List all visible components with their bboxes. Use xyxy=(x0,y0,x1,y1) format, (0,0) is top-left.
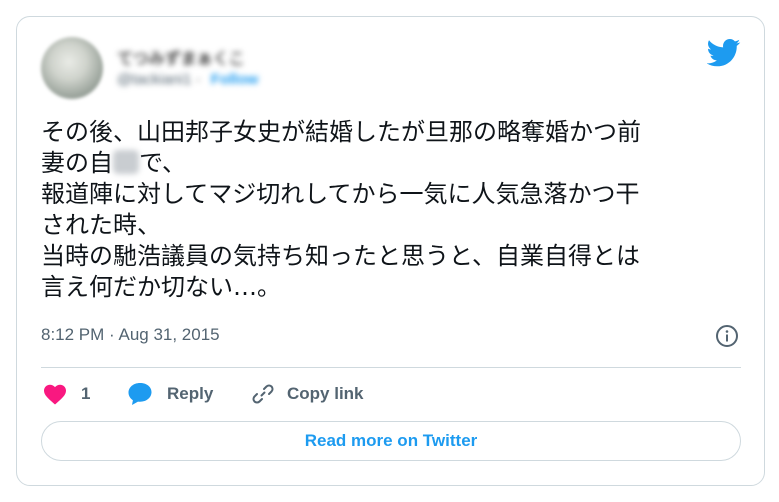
avatar[interactable] xyxy=(41,37,103,99)
like-button[interactable]: 1 xyxy=(43,377,90,411)
heart-icon xyxy=(44,384,66,405)
tweet-line-part: で、 xyxy=(139,149,187,177)
reply-label: Reply xyxy=(167,384,214,403)
link-icon xyxy=(252,384,274,404)
tweet-line: その後、山田邦子女史が結婚したが旦那の略奪婚かつ前 xyxy=(41,118,641,146)
read-more-button[interactable]: Read more on Twitter xyxy=(41,421,741,461)
follow-link[interactable]: Follow xyxy=(211,71,259,88)
twitter-bird-icon[interactable] xyxy=(707,39,741,67)
copy-link-button[interactable]: Copy link xyxy=(251,377,364,411)
divider xyxy=(41,367,741,368)
separator-dot: · xyxy=(195,71,201,88)
tweet-text: その後、山田邦子女史が結婚したが旦那の略奪婚かつ前 妻の自 で、 報道陣に対してマ… xyxy=(41,117,741,303)
author-name[interactable]: てつみずまぁくこ xyxy=(117,45,245,69)
reply-button[interactable]: Reply xyxy=(127,377,213,411)
tweet-timestamp[interactable]: 8:12 PM · Aug 31, 2015 xyxy=(41,325,220,345)
blurred-word xyxy=(113,150,139,174)
tweet-line: 言え何だか切ない…。 xyxy=(41,273,281,301)
tweet-line: 当時の馳浩議員の気持ち知ったと思うと、自業自得とは xyxy=(41,242,641,270)
author-handle[interactable]: @tackiani1 xyxy=(117,71,191,88)
tweet-line: 報道陣に対してマジ切れしてから一気に人気急落かつ干 xyxy=(41,180,640,208)
copy-link-label: Copy link xyxy=(287,384,364,403)
info-icon[interactable] xyxy=(715,324,739,348)
tweet-line: 妻の自 で、 xyxy=(41,148,741,179)
reply-bubble-icon xyxy=(128,383,152,405)
tweet-line: された時、 xyxy=(41,211,161,239)
tweet-card: てつみずまぁくこ @tackiani1 · Follow その後、山田邦子女史が… xyxy=(16,16,765,486)
like-count: 1 xyxy=(81,384,91,403)
tweet-line-part: 妻の自 xyxy=(41,149,113,177)
author-handle-row: @tackiani1 · Follow xyxy=(117,71,258,88)
action-bar: 1 Reply Copy link xyxy=(41,377,741,411)
